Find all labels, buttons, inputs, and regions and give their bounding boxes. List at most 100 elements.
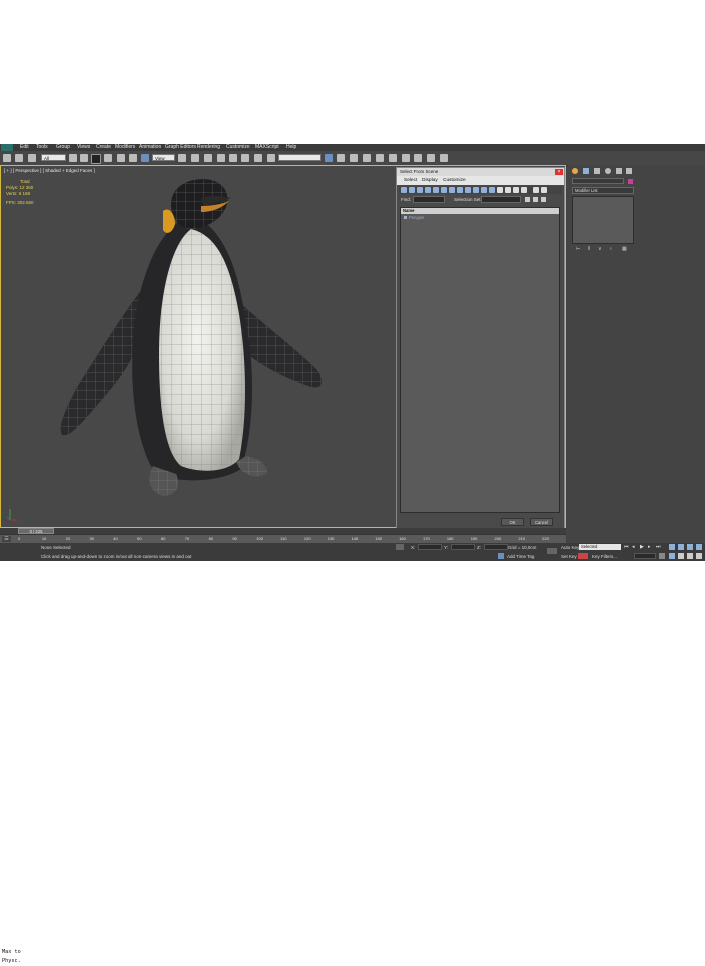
undo-icon[interactable]: [3, 154, 11, 162]
menu-rendering[interactable]: Rendering: [197, 144, 220, 151]
object-name-field[interactable]: [572, 178, 624, 184]
spinner-snap-icon[interactable]: [254, 154, 262, 162]
zoom-extents-all-icon[interactable]: [696, 544, 702, 550]
align-icon[interactable]: [337, 154, 345, 162]
filter-cameras-icon[interactable]: [425, 187, 431, 193]
menu-customize[interactable]: Customize: [226, 144, 250, 151]
render-setup-icon[interactable]: [414, 154, 422, 162]
menu-tools[interactable]: Tools: [36, 144, 48, 151]
display-none-icon[interactable]: [505, 187, 511, 193]
scene-object-list[interactable]: Name Penguin: [400, 207, 560, 513]
pivot-center-icon[interactable]: [178, 154, 186, 162]
lock-selection-icon[interactable]: [396, 544, 404, 550]
go-to-end-icon[interactable]: ⏭: [656, 544, 661, 550]
menu-edit[interactable]: Edit: [20, 144, 29, 151]
utilities-tab-icon[interactable]: [626, 168, 632, 174]
name-column-header[interactable]: Name: [401, 208, 559, 214]
menu-graph-editors[interactable]: Graph Editors: [165, 144, 196, 151]
find-input[interactable]: [413, 196, 445, 203]
auto-key-button[interactable]: Auto Key: [561, 545, 579, 550]
modify-tab-icon[interactable]: [583, 168, 589, 174]
filter-shapes-icon[interactable]: [409, 187, 415, 193]
z-coordinate-field[interactable]: [484, 544, 508, 550]
reference-coordinate-dropdown[interactable]: View: [152, 154, 175, 161]
redo-icon[interactable]: [15, 154, 23, 162]
go-to-start-icon[interactable]: ⏮: [624, 544, 629, 550]
select-manipulate-icon[interactable]: [191, 154, 199, 162]
menu-modifiers[interactable]: Modifiers: [115, 144, 135, 151]
play-icon[interactable]: ▶: [640, 544, 644, 550]
y-coordinate-field[interactable]: [451, 544, 475, 550]
menu-help[interactable]: Help: [286, 144, 296, 151]
remove-modifier-icon[interactable]: ♁: [609, 247, 613, 252]
previous-frame-icon[interactable]: ◂: [632, 544, 635, 550]
filter-xrefs-icon[interactable]: [457, 187, 463, 193]
zoom-extents-icon[interactable]: [687, 544, 693, 550]
move-icon[interactable]: [117, 154, 125, 162]
select-object-icon[interactable]: [69, 154, 77, 162]
add-time-tag[interactable]: Add Time Tag: [507, 554, 534, 559]
filter-settings-icon[interactable]: [533, 187, 539, 193]
display-all-icon[interactable]: [497, 187, 503, 193]
selection-filter-dropdown[interactable]: All: [41, 154, 66, 161]
tab-customize[interactable]: Customize: [443, 177, 466, 185]
maximize-viewport-icon[interactable]: [696, 553, 702, 559]
menu-group[interactable]: Group: [56, 144, 70, 151]
zoom-icon[interactable]: [669, 544, 675, 550]
select-link-icon[interactable]: [28, 154, 36, 162]
filter-hidden-icon[interactable]: [489, 187, 495, 193]
x-coordinate-field[interactable]: [418, 544, 442, 550]
orbit-icon[interactable]: [687, 553, 693, 559]
penguin-model[interactable]: [41, 174, 341, 519]
named-selection-set-dropdown[interactable]: [278, 154, 321, 161]
keyboard-shortcut-icon[interactable]: [204, 154, 212, 162]
rotate-icon[interactable]: [129, 154, 137, 162]
tab-display[interactable]: Display: [422, 177, 438, 185]
filter-groups-icon[interactable]: [449, 187, 455, 193]
graphite-ribbon-icon[interactable]: [363, 154, 371, 162]
maxscript-mini-listener[interactable]: Max to Physc.: [0, 948, 38, 964]
filter-containers-icon[interactable]: [473, 187, 479, 193]
pan-icon[interactable]: [678, 553, 684, 559]
viewport-label[interactable]: [ + ] [ Perspective ] [ Shaded + Edged F…: [4, 168, 95, 173]
modifier-list-dropdown[interactable]: Modifier List: [572, 187, 634, 194]
app-logo-icon[interactable]: [1, 144, 13, 151]
list-item[interactable]: Penguin: [404, 215, 424, 220]
scale-icon[interactable]: [141, 154, 149, 162]
ok-button[interactable]: OK: [501, 518, 524, 526]
render-production-icon[interactable]: [440, 154, 448, 162]
menu-maxscript[interactable]: MAXScript: [255, 144, 279, 151]
modifier-stack[interactable]: [572, 196, 634, 244]
time-configuration-icon[interactable]: [659, 553, 665, 559]
display-tab-icon[interactable]: [616, 168, 622, 174]
menu-views[interactable]: Views: [77, 144, 90, 151]
material-editor-icon[interactable]: [402, 154, 410, 162]
motion-tab-icon[interactable]: [605, 168, 611, 174]
rendered-frame-icon[interactable]: [427, 154, 435, 162]
field-of-view-icon[interactable]: [669, 553, 675, 559]
angle-snap-icon[interactable]: [229, 154, 237, 162]
select-by-name-icon[interactable]: [80, 154, 88, 162]
create-tab-icon[interactable]: [572, 168, 578, 174]
zoom-all-icon[interactable]: [678, 544, 684, 550]
selection-set-edit-icon[interactable]: [533, 197, 538, 202]
set-key-button[interactable]: Set Key: [561, 554, 577, 559]
key-filters-button[interactable]: Key Filters...: [592, 554, 617, 559]
filter-frozen-icon[interactable]: [481, 187, 487, 193]
pin-stack-icon[interactable]: ⊢: [576, 247, 580, 252]
highlight-icon[interactable]: [541, 187, 547, 193]
curve-editor-icon[interactable]: [376, 154, 384, 162]
cancel-button[interactable]: Cancel: [530, 518, 553, 526]
auto-key-selection-dropdown[interactable]: Selected: [579, 544, 621, 550]
hierarchy-tab-icon[interactable]: [594, 168, 600, 174]
filter-spacewarps-icon[interactable]: [441, 187, 447, 193]
open-mini-curve-editor-icon[interactable]: ☰: [2, 536, 11, 542]
selection-set-delete-icon[interactable]: [541, 197, 546, 202]
filter-helpers-icon[interactable]: [433, 187, 439, 193]
snaps-toggle-icon[interactable]: [217, 154, 225, 162]
menu-animation[interactable]: Animation: [139, 144, 161, 151]
time-tag-icon[interactable]: [498, 553, 504, 559]
sync-selection-icon[interactable]: [521, 187, 527, 193]
schematic-view-icon[interactable]: [389, 154, 397, 162]
edit-named-selection-icon[interactable]: [267, 154, 275, 162]
